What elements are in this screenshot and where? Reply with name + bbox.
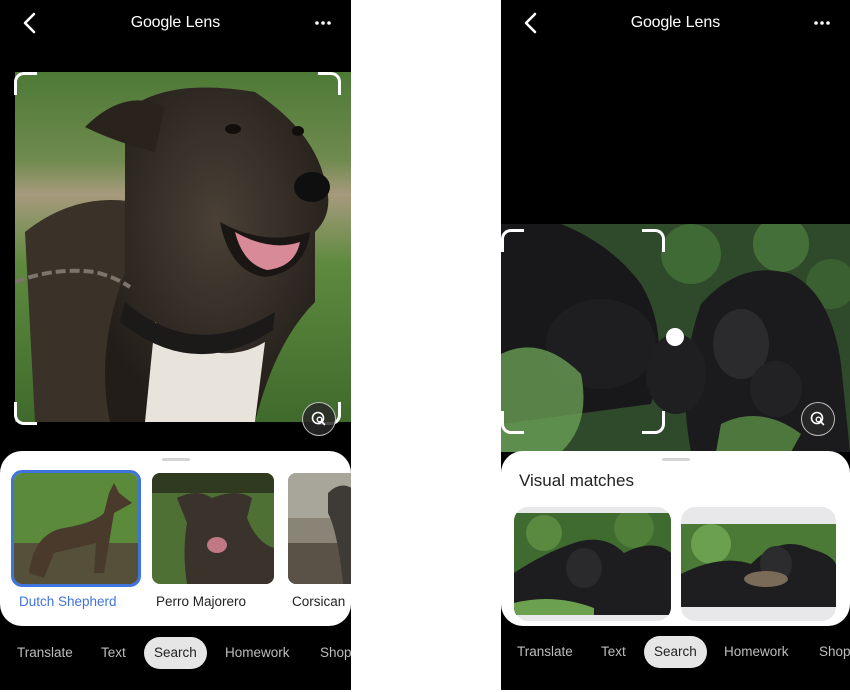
title-google: Google xyxy=(130,14,182,31)
tab-translate[interactable]: Translate xyxy=(517,636,573,668)
results-sheet: Dutch Shepherd Perro Majorero Corsican xyxy=(0,451,351,626)
title-lens: Lens xyxy=(681,14,721,31)
sheet-drag-handle[interactable] xyxy=(661,458,690,461)
tab-translate[interactable]: Translate xyxy=(17,637,73,669)
result-card-dutch-shepherd[interactable] xyxy=(11,470,141,587)
lens-search-icon xyxy=(311,411,326,426)
result-label[interactable]: Perro Majorero xyxy=(156,594,246,609)
visual-matches-heading: Visual matches xyxy=(519,471,634,490)
crop-corner-bottom-left[interactable] xyxy=(14,402,37,425)
app-title: Google Lens xyxy=(0,14,351,32)
more-horizontal-icon xyxy=(315,21,331,25)
title-lens: Lens xyxy=(181,14,221,31)
dog-photo[interactable] xyxy=(15,72,351,422)
result-label[interactable]: Dutch Shepherd xyxy=(19,594,117,609)
visual-match-card[interactable] xyxy=(514,507,671,621)
tab-text[interactable]: Text xyxy=(601,636,626,668)
visual-match-card[interactable] xyxy=(681,507,836,621)
crop-corner-top-right[interactable] xyxy=(642,229,665,252)
app-title: Google Lens xyxy=(501,14,850,32)
top-bar: Google Lens xyxy=(0,0,351,46)
visual-matches-sheet: Visual matches xyxy=(501,451,850,626)
result-card-corsican[interactable] xyxy=(288,473,351,584)
result-label[interactable]: Corsican xyxy=(292,594,345,609)
tab-homework[interactable]: Homework xyxy=(225,637,290,669)
right-phone-screen: Google Lens Visual matches Translate Tex… xyxy=(501,0,850,690)
title-google: Google xyxy=(630,14,682,31)
more-options-button[interactable] xyxy=(812,13,832,33)
gorilla-family-image xyxy=(514,513,671,615)
left-phone-screen: Google Lens Dutch Shepherd Perro Majorer… xyxy=(0,0,351,690)
tab-text[interactable]: Text xyxy=(101,637,126,669)
sheet-drag-handle[interactable] xyxy=(161,458,190,461)
object-selection-dot[interactable] xyxy=(666,328,684,346)
result-card-perro-majorero[interactable] xyxy=(152,473,274,584)
perro-majorero-image xyxy=(152,473,274,584)
crop-corner-top-left[interactable] xyxy=(14,72,37,95)
crop-corner-bottom-left[interactable] xyxy=(501,411,524,434)
tab-search[interactable]: Search xyxy=(644,636,707,668)
tab-search[interactable]: Search xyxy=(144,637,207,669)
crop-corner-top-left[interactable] xyxy=(501,229,524,252)
dog-image xyxy=(15,72,351,422)
baby-gorilla-image xyxy=(681,524,836,607)
tab-homework[interactable]: Homework xyxy=(724,636,789,668)
tab-shop[interactable]: Shop xyxy=(320,637,351,669)
dutch-shepherd-image xyxy=(14,473,138,584)
corsican-image xyxy=(288,473,351,584)
lens-search-button[interactable] xyxy=(302,402,336,436)
lens-search-icon xyxy=(810,411,825,426)
crop-corner-top-right[interactable] xyxy=(318,72,341,95)
mode-tabs: Translate Text Search Homework Shop xyxy=(501,636,850,668)
more-options-button[interactable] xyxy=(313,13,333,33)
tab-shop[interactable]: Shop xyxy=(819,636,850,668)
mode-tabs: Translate Text Search Homework Shop xyxy=(0,637,351,669)
more-horizontal-icon xyxy=(814,21,830,25)
crop-corner-bottom-right[interactable] xyxy=(642,411,665,434)
lens-search-button[interactable] xyxy=(801,402,835,436)
top-bar: Google Lens xyxy=(501,0,850,46)
